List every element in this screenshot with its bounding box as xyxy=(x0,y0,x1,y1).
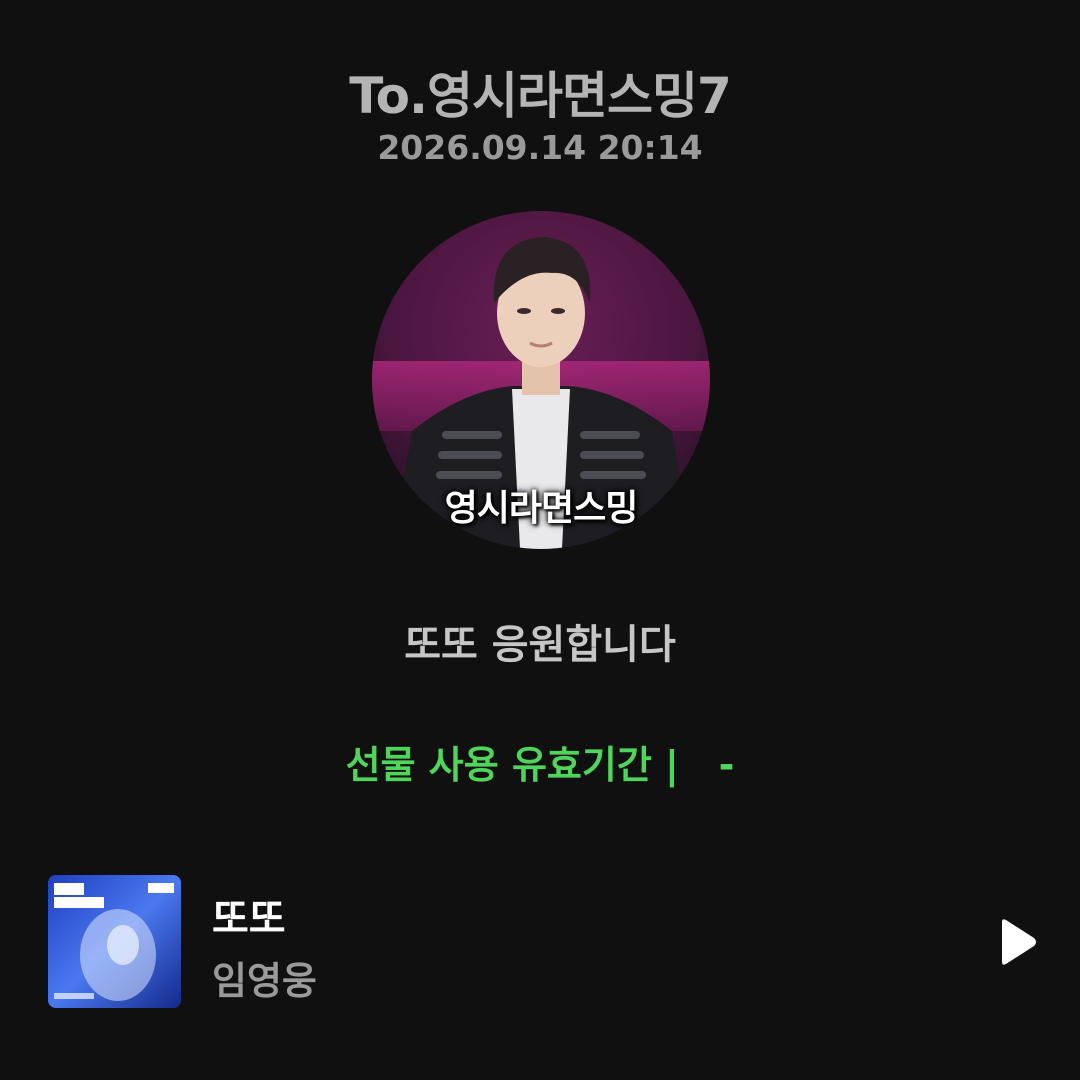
avatar-caption: 영시라면스밍 xyxy=(444,488,639,529)
gift-message: 또또 응원합니다 xyxy=(404,622,676,668)
play-icon xyxy=(1002,919,1036,965)
recipient-title: To.영시라면스밍7 xyxy=(349,67,732,125)
track-row[interactable]: 또또 임영웅 xyxy=(0,872,1080,1008)
gift-card-screen: To.영시라면스밍7 2026.09.14 20:14 영시라면스밍 또또 응원… xyxy=(0,0,1080,1080)
sender-avatar: 영시라면스밍 xyxy=(372,211,710,549)
track-title: 또또 xyxy=(212,896,286,942)
album-art xyxy=(48,875,181,1008)
album-art-image xyxy=(48,875,181,1008)
play-button[interactable] xyxy=(990,916,1042,968)
sent-timestamp: 2026.09.14 20:14 xyxy=(377,128,703,167)
track-artist: 임영웅 xyxy=(212,959,317,1003)
gift-validity-period: 선물 사용 유효기간 | - xyxy=(345,743,735,787)
